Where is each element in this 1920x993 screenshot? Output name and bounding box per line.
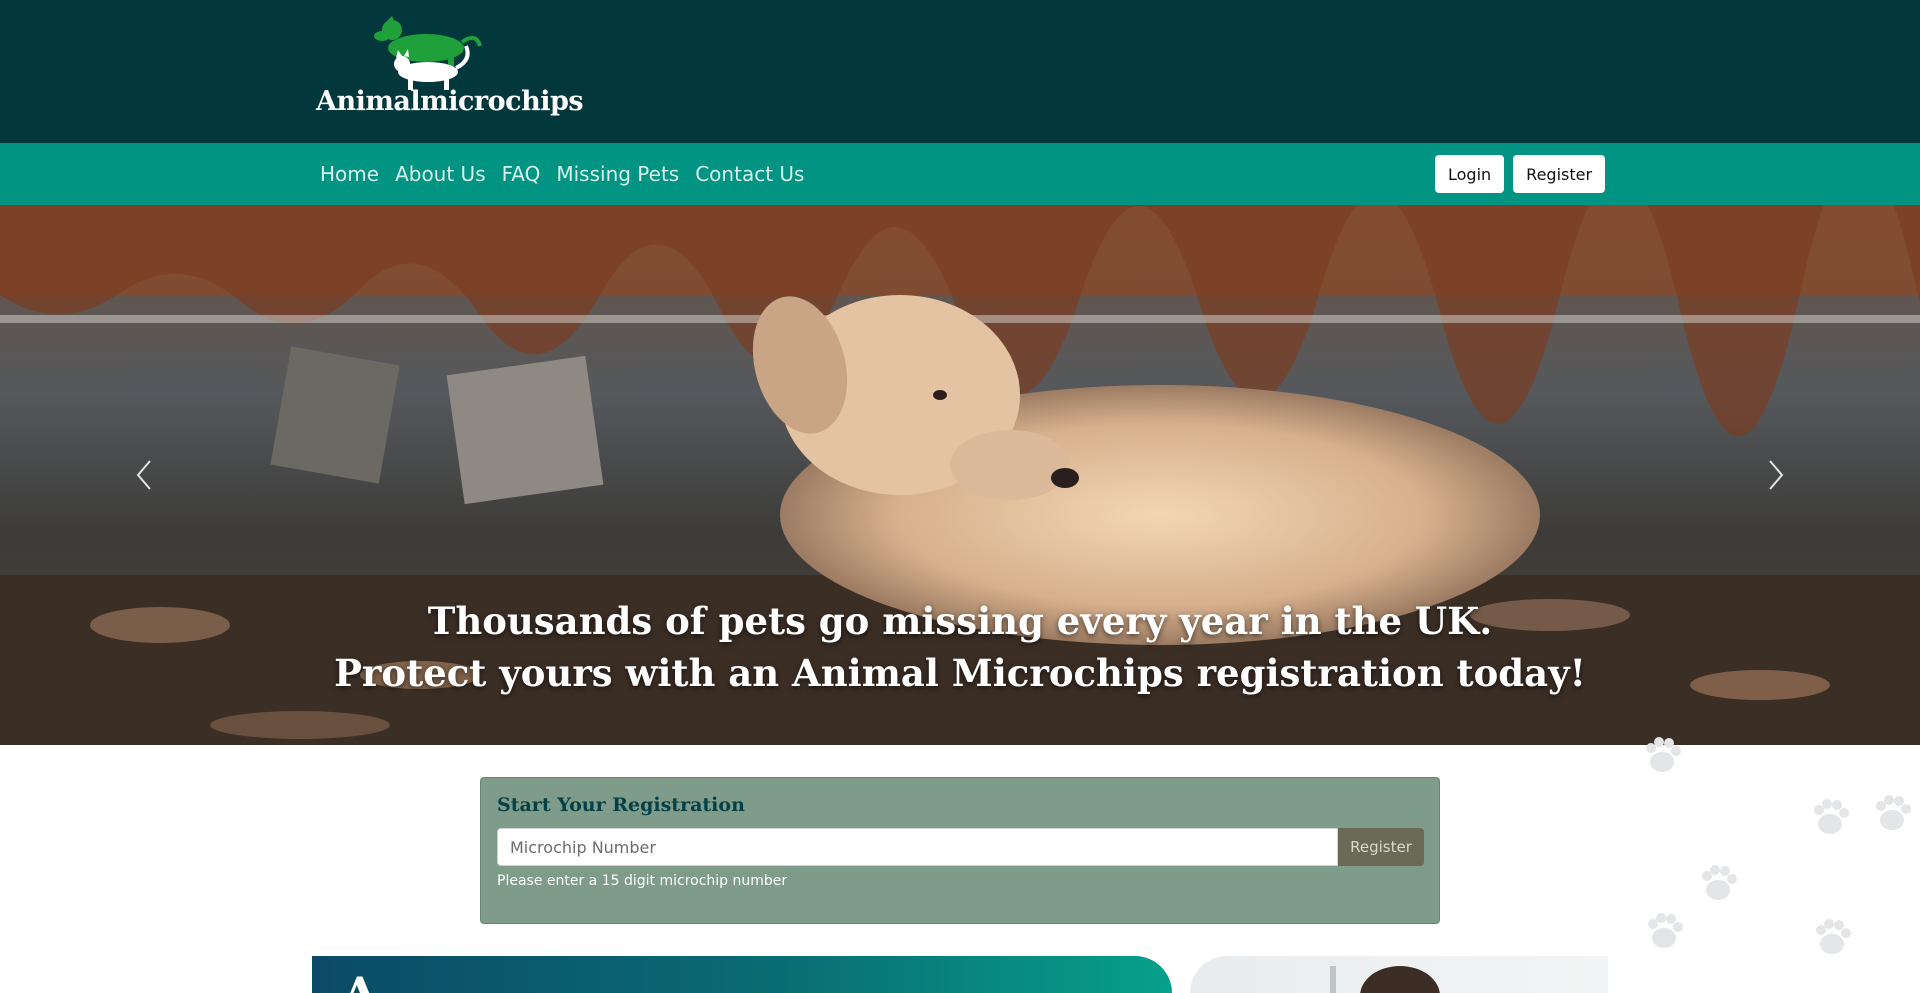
microchip-number-input[interactable] <box>497 828 1338 866</box>
nav-link-home[interactable]: Home <box>312 143 387 205</box>
chevron-left-icon <box>136 460 151 490</box>
nav-link-missing-pets[interactable]: Missing Pets <box>548 143 687 205</box>
logo[interactable]: Animalmicrochips <box>316 16 584 124</box>
info-banner: A <box>312 956 1172 993</box>
vet-photo-image <box>1330 966 1440 993</box>
nav-link-faq[interactable]: FAQ <box>494 143 549 205</box>
logo-text: Animalmicrochips <box>316 86 584 117</box>
auth-buttons: Login Register <box>1435 155 1606 193</box>
paw-print-icon <box>1646 737 1911 954</box>
login-button[interactable]: Login <box>1435 155 1505 193</box>
info-banner-heading-partial: A <box>342 971 378 993</box>
carousel-prev-button[interactable] <box>124 445 164 505</box>
chevron-right-icon <box>1769 460 1784 490</box>
main-navbar: Home About Us FAQ Missing Pets Contact U… <box>0 143 1920 205</box>
registration-submit-button[interactable]: Register <box>1338 828 1424 866</box>
dog-cat-logo-icon <box>374 16 482 90</box>
site-header: Animalmicrochips <box>0 0 1920 143</box>
registration-help-text: Please enter a 15 digit microchip number <box>497 873 788 889</box>
registration-title: Start Your Registration <box>497 794 745 816</box>
registration-card: Start Your Registration Register Please … <box>480 777 1440 924</box>
nav-link-about-us[interactable]: About Us <box>387 143 494 205</box>
nav-link-contact-us[interactable]: Contact Us <box>687 143 812 205</box>
carousel-next-button[interactable] <box>1756 445 1796 505</box>
vet-photo <box>1190 956 1608 993</box>
hero-caption-line-1: Thousands of pets go missing every year … <box>427 599 1493 643</box>
hero-caption-line-2: Protect yours with an Animal Microchips … <box>334 651 1586 695</box>
nav-links: Home About Us FAQ Missing Pets Contact U… <box>312 143 812 205</box>
register-button[interactable]: Register <box>1513 155 1606 193</box>
hero-caption: Thousands of pets go missing every year … <box>0 595 1920 699</box>
hero-carousel: Thousands of pets go missing every year … <box>0 205 1920 745</box>
